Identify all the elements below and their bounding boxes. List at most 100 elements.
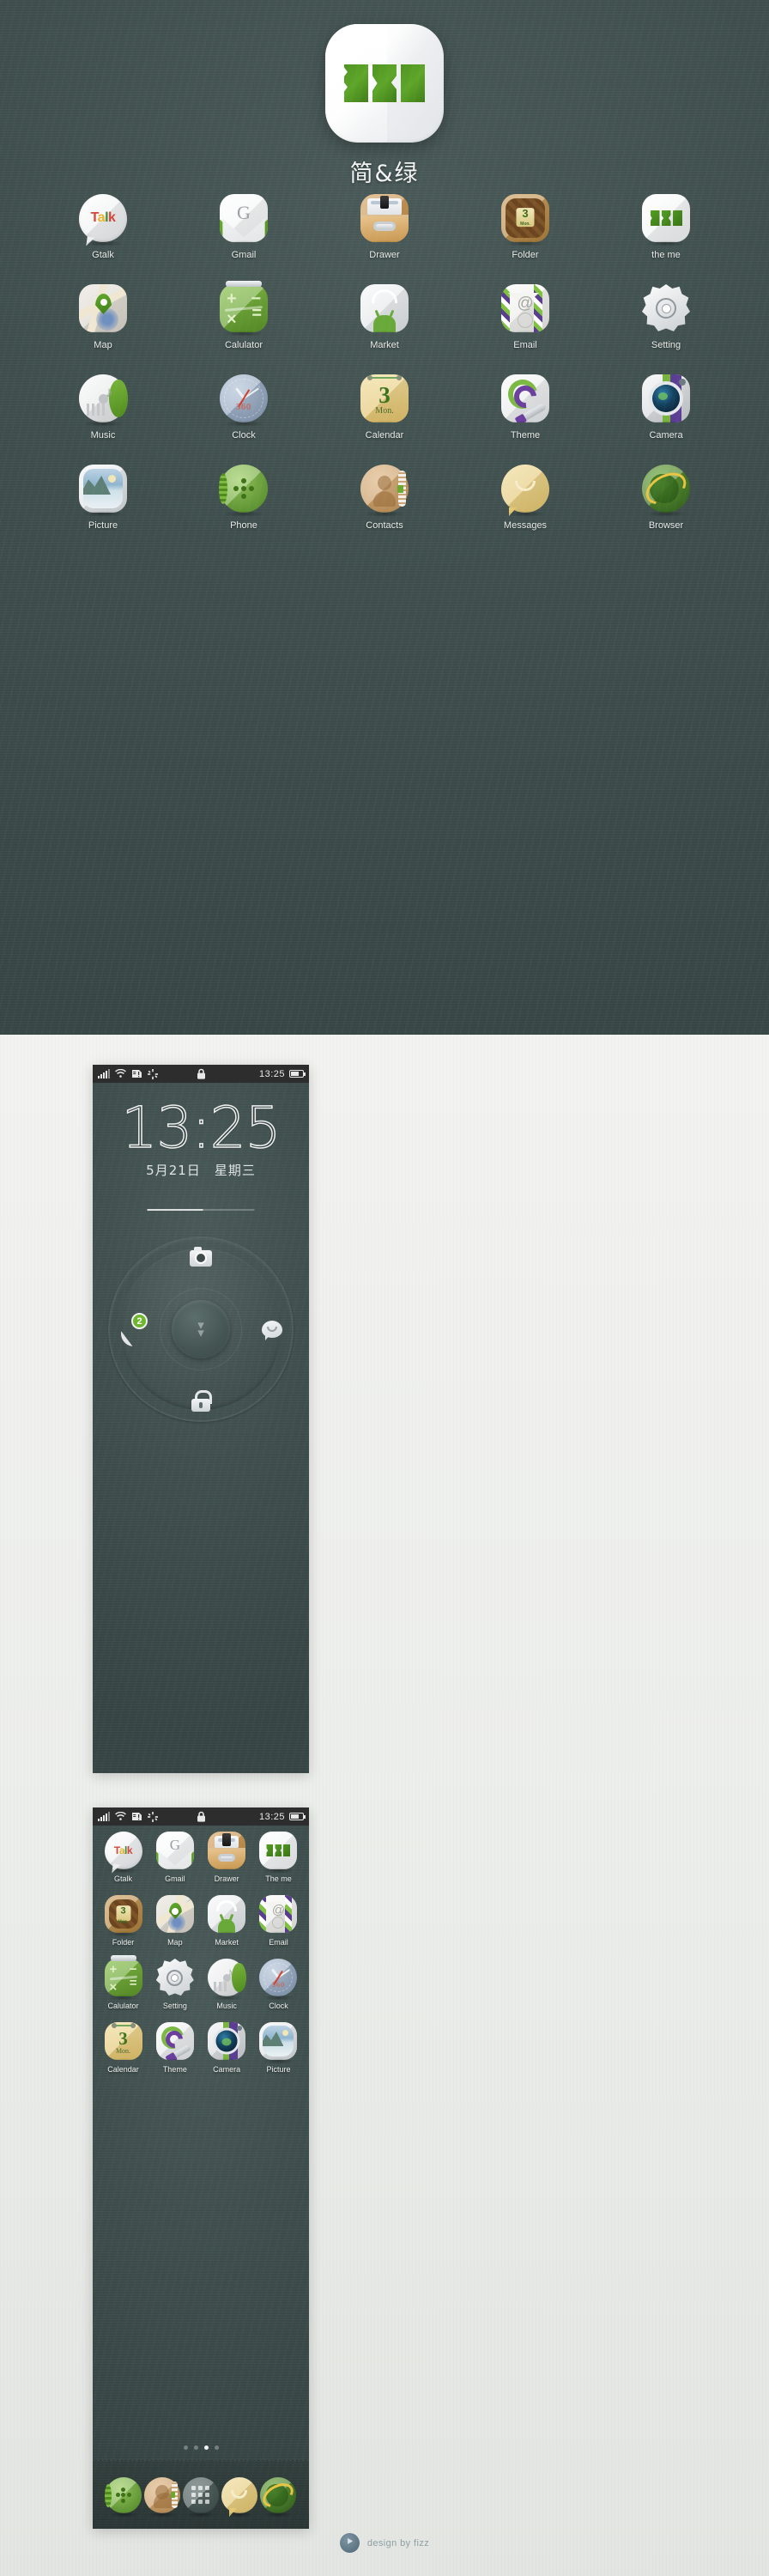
app-label: Clock <box>232 430 256 440</box>
hero-icon-row: Map + − × = Calulator Market @ Email Set… <box>51 281 718 350</box>
app-tile-gmail[interactable]: G Gmail <box>151 1832 198 1883</box>
app-tile-folder[interactable]: 3 Mon. Folder <box>474 194 577 260</box>
app-tile-theme[interactable]: Theme <box>151 2022 198 2074</box>
app-label: Folder <box>512 250 539 260</box>
folder-note-day: 3 <box>522 207 529 221</box>
app-tile-map[interactable]: Map <box>151 1895 198 1947</box>
logo-glyph-3 <box>401 64 425 102</box>
page-indicator[interactable] <box>93 2445 309 2450</box>
calendar-weekday: Mon. <box>375 406 394 416</box>
lock-time: 13:25 <box>121 1095 282 1161</box>
app-label: Picture <box>88 520 118 531</box>
app-tile-drawer[interactable]: Drawer <box>203 1832 251 1883</box>
app-tile-picture[interactable]: Picture <box>51 465 154 531</box>
phone-icon[interactable] <box>105 2476 142 2518</box>
calendar-weekday: Mon. <box>115 2047 131 2055</box>
app-tile-clock[interactable]: 360 Clock <box>255 1959 302 2010</box>
page-dot[interactable] <box>193 2445 198 2450</box>
page-dot[interactable] <box>183 2445 188 2450</box>
hero-icon-row: Talk Gtalk G Gmail Drawer 3 Mon. Folder … <box>51 194 718 260</box>
app-label: Music <box>216 2002 237 2010</box>
unlock-shortcut[interactable] <box>185 1384 217 1417</box>
app-tile-browser[interactable]: Browser <box>615 465 718 531</box>
app-label: Music <box>90 430 116 440</box>
camera-icon <box>190 1246 212 1267</box>
email-icon: @ <box>259 1895 298 1933</box>
app-tile-setting[interactable]: Setting <box>151 1959 198 2010</box>
app-tile-camera[interactable]: Camera <box>203 2022 251 2074</box>
app-tile-gmail[interactable]: G Gmail <box>192 194 295 260</box>
lockscreen-screen: 13:25 13:25 5月21日 星期三 2 ▾ ▾ <box>93 1065 309 1773</box>
sim-alert-icon <box>132 1070 142 1078</box>
app-tile-market[interactable]: Market <box>203 1895 251 1947</box>
picture-icon <box>259 2022 298 2064</box>
app-tile-email[interactable]: @ Email <box>474 284 577 350</box>
lock-icon <box>197 1811 205 1822</box>
unlock-ring[interactable]: 2 ▾ ▾ <box>108 1236 294 1422</box>
browser-globe-icon[interactable] <box>258 2476 297 2518</box>
app-tile-contacts[interactable]: Contacts <box>333 465 436 531</box>
app-tile-theme-logo[interactable]: the me <box>615 194 718 260</box>
app-tile-calendar[interactable]: 3 Mon. Calendar <box>333 374 436 440</box>
market-icon <box>208 1895 246 1933</box>
camera-shortcut[interactable] <box>185 1242 217 1274</box>
app-tile-music[interactable]: ♪ Music <box>51 374 154 440</box>
app-tile-calculator[interactable]: + − × = Calulator <box>100 1955 147 2010</box>
poster-page: 简&绿 Talk Gtalk G Gmail Drawer 3 Mon. Fol… <box>0 0 769 2576</box>
page-title: 简&绿 <box>349 161 420 187</box>
app-tile-calculator[interactable]: + − × = Calulator <box>192 281 295 350</box>
app-tile-messages[interactable]: Messages <box>474 465 577 531</box>
gmail-icon: G <box>220 194 268 242</box>
gtalk-icon: Talk <box>104 1832 142 1874</box>
setting-gear-icon <box>642 284 690 331</box>
app-tile-drawer[interactable]: Drawer <box>333 194 436 260</box>
app-tile-map[interactable]: Map <box>51 284 154 350</box>
app-tile-theme[interactable]: Theme <box>474 374 577 440</box>
hero-icon-grid: Talk Gtalk G Gmail Drawer 3 Mon. Folder … <box>51 194 718 555</box>
app-tile-gtalk[interactable]: Talk Gtalk <box>51 194 154 260</box>
unlock-handle[interactable]: ▾ ▾ <box>172 1300 230 1358</box>
app-tile-calendar[interactable]: 3 Mon. Calendar <box>100 2022 147 2074</box>
app-tile-folder[interactable]: 3 Mon. Folder <box>100 1895 147 1947</box>
appdrawer-mockup: 13:25 Talk Gtalk G Gmail Drawer The me 3… <box>93 1807 309 2529</box>
calc-times: × <box>227 310 237 329</box>
messages-shortcut[interactable] <box>256 1313 288 1346</box>
app-tile-theme-logo[interactable]: The me <box>255 1832 302 1883</box>
app-tile-setting[interactable]: Setting <box>615 284 718 350</box>
appdrawer-grid: Talk Gtalk G Gmail Drawer The me 3 Mon. … <box>93 1832 309 2086</box>
app-tile-clock[interactable]: 360 Clock <box>192 374 295 440</box>
app-tile-camera[interactable]: Camera <box>615 374 718 440</box>
app-label: Setting <box>651 340 681 350</box>
statusbar: 13:25 <box>93 1807 309 1826</box>
logo-glyph-1 <box>344 64 368 102</box>
app-label: Contacts <box>366 520 403 531</box>
calc-plus: + <box>109 1962 118 1977</box>
signal-bars-icon <box>98 1068 110 1078</box>
app-tile-email[interactable]: @ Email <box>255 1895 302 1947</box>
contacts-icon <box>360 465 409 517</box>
theme-brush-icon <box>501 374 549 422</box>
theme-logo-icon <box>259 1832 298 1874</box>
page-dot[interactable] <box>214 2445 219 2450</box>
contacts-icon[interactable] <box>144 2476 181 2518</box>
drawer-grid-icon[interactable] <box>182 2476 219 2518</box>
app-tile-music[interactable]: ♪ Music <box>203 1959 251 2010</box>
messages-icon[interactable] <box>221 2476 257 2518</box>
app-tile-market[interactable]: Market <box>333 284 436 350</box>
hero-icon-row: Picture Phone Contacts Messages Browser <box>51 465 718 531</box>
drawer-icon <box>208 1832 246 1869</box>
page-dot-active[interactable] <box>203 2445 209 2450</box>
email-icon: @ <box>501 284 549 332</box>
lock-date: 5月21日 <box>146 1163 201 1178</box>
app-tile-phone[interactable]: Phone <box>192 465 295 531</box>
calculator-icon: + − × = <box>104 1955 142 2001</box>
app-label: the me <box>651 250 681 260</box>
appdrawer-row: Talk Gtalk G Gmail Drawer The me <box>100 1832 302 1883</box>
app-label: Email <box>513 340 537 350</box>
gtalk-icon: Talk <box>79 194 127 247</box>
appdrawer-row: 3 Mon. Folder Map Market @ Email <box>100 1895 302 1947</box>
app-tile-picture[interactable]: Picture <box>255 2022 302 2074</box>
app-tile-gtalk[interactable]: Talk Gtalk <box>100 1832 147 1883</box>
app-label: Theme <box>162 2065 187 2074</box>
phone-shortcut[interactable]: 2 <box>113 1313 148 1346</box>
